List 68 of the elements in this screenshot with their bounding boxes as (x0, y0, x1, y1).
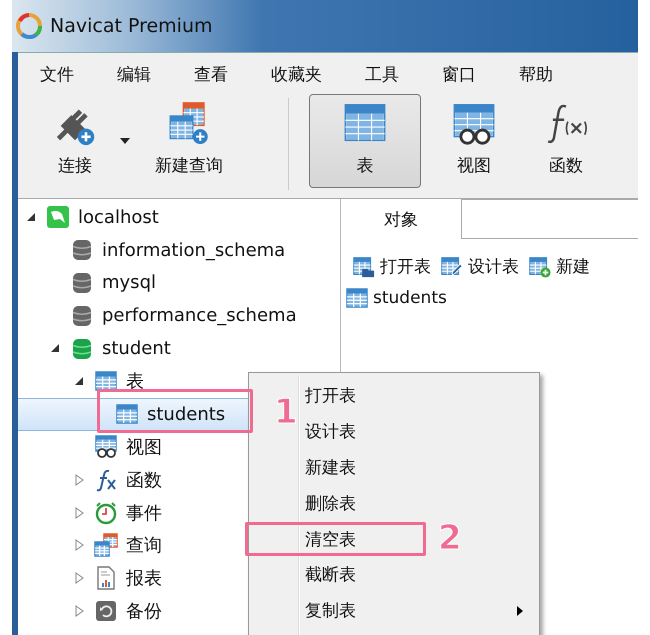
toolbar-button[interactable]: 新建查询 (140, 94, 238, 188)
toolbar-button[interactable]: 打开表 (353, 255, 431, 278)
menu-item[interactable]: 查看 (194, 63, 228, 86)
server-icon (46, 205, 70, 230)
tree-item-label: 函数 (126, 468, 162, 492)
view-icon (94, 434, 118, 459)
menu-item[interactable]: 工具 (365, 63, 399, 86)
collapse-arrow-icon[interactable] (74, 376, 84, 386)
tree-row[interactable]: student (18, 332, 340, 365)
toolbar-button[interactable]: 连接 (38, 94, 112, 188)
database-icon (70, 270, 94, 295)
tree-item-label: 报表 (126, 567, 162, 590)
expand-arrow-icon[interactable] (74, 474, 84, 486)
tree-item-label: 表 (126, 370, 144, 394)
tree-row[interactable]: information_schema (18, 234, 340, 267)
step-number: 1 (274, 395, 298, 429)
tree-row[interactable]: performance_schema (18, 299, 340, 332)
toolbar-button[interactable]: 函数 (527, 94, 605, 188)
tree-item-label: 备份 (126, 600, 162, 623)
tree-item-label: 事件 (126, 502, 162, 525)
tree-item-label: students (147, 404, 226, 425)
clock-icon (94, 500, 118, 525)
database-icon (70, 304, 94, 328)
dropdown-caret-icon[interactable] (120, 138, 130, 144)
menu-item[interactable]: 删除表 (249, 485, 539, 522)
menu-item[interactable]: 文件 (40, 63, 74, 86)
expand-arrow-icon[interactable] (74, 539, 84, 552)
open-table-icon (353, 256, 375, 278)
tree-row[interactable]: localhost (18, 201, 340, 234)
expand-arrow-icon[interactable] (74, 572, 84, 584)
step-number: 2 (438, 521, 462, 555)
object-label[interactable]: students (373, 288, 447, 308)
menu-item[interactable]: 帮助 (519, 63, 553, 86)
tree-item-label: 查询 (126, 534, 162, 558)
table-icon (94, 369, 118, 394)
menu-item[interactable]: 收藏夹 (271, 63, 322, 86)
query-icon (94, 533, 118, 558)
toolbar-button[interactable]: 视图 (435, 94, 513, 188)
tree-item-label: student (102, 338, 171, 360)
expand-arrow-icon[interactable] (74, 604, 84, 617)
tree-item-label: localhost (78, 206, 159, 228)
new-table-icon (529, 256, 551, 278)
menu-item[interactable]: 窗口 (442, 63, 476, 86)
tree-item-label: information_schema (102, 240, 286, 261)
collapse-arrow-icon[interactable] (26, 212, 36, 222)
window-title: Navicat Premium (50, 15, 213, 37)
menu-item[interactable]: 复制表 (249, 592, 539, 629)
menu-item[interactable]: 截断表 (249, 556, 539, 593)
database-icon (70, 336, 94, 361)
tree-item-highlight[interactable]: students (18, 398, 250, 431)
menu-item[interactable]: 新建表 (249, 450, 539, 486)
app-logo-icon (16, 13, 42, 39)
backup-icon (94, 598, 118, 623)
toolbar-button[interactable]: 设计表 (441, 255, 519, 278)
edit-table-icon (441, 256, 463, 278)
tree-item-label: 视图 (126, 436, 162, 459)
tree-row[interactable]: mysql (18, 266, 340, 300)
tree-item-label: performance_schema (102, 305, 297, 326)
toolbar-button[interactable]: 新建 (529, 255, 590, 278)
function-icon (94, 468, 118, 492)
collapse-arrow-icon[interactable] (50, 344, 60, 354)
toolbar-button[interactable]: 表 (309, 94, 421, 188)
table-icon (115, 402, 139, 426)
database-icon (70, 238, 94, 262)
tree-item-label: mysql (102, 272, 156, 294)
menu-item[interactable]: 编辑 (117, 63, 151, 86)
expand-arrow-icon[interactable] (74, 506, 84, 519)
table-icon (345, 286, 369, 310)
